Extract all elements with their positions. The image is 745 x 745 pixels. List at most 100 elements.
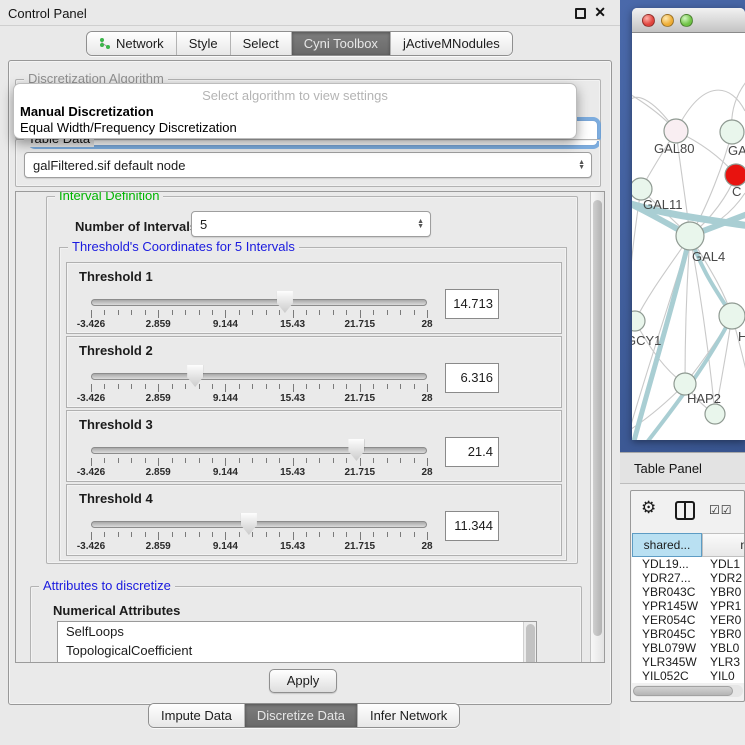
dropdown-option-equal-width-frequency-discretization[interactable]: Equal Width/Frequency Discretization <box>14 120 576 136</box>
close-traffic-light[interactable] <box>642 14 655 27</box>
network-canvas[interactable]: GAL80GACGAL11GAL4GCY1HHAP2 <box>632 33 745 440</box>
tab-jactivemnodules[interactable]: jActiveMNodules <box>391 32 512 55</box>
attribute-item-topologicalcoefficient[interactable]: TopologicalCoefficient <box>58 641 536 660</box>
table-panel: ⚙ ☑☑ shared...na YDL19...YDL1YDR27...YDR… <box>620 484 745 745</box>
slider-tick <box>91 310 92 318</box>
slider-tick-label: 2.859 <box>146 541 171 552</box>
table-row[interactable]: YBR045CYBR0 <box>632 627 745 641</box>
slider-thumb[interactable] <box>348 439 364 461</box>
table-cell[interactable]: YDR27... <box>632 571 702 585</box>
network-node-c[interactable] <box>725 164 745 186</box>
bottom-tab-discretize-data[interactable]: Discretize Data <box>245 704 358 727</box>
network-node-gcy1[interactable] <box>632 311 645 331</box>
attribute-item-betweennesscentrality[interactable]: BetweennessCentrality <box>58 660 536 663</box>
attribute-item-selfloops[interactable]: SelfLoops <box>58 622 536 641</box>
table-row[interactable]: YBL079WYBL0 <box>632 641 745 655</box>
threshold-value-field[interactable]: 14.713 <box>445 289 499 319</box>
table-cell[interactable]: YPR1 <box>702 599 745 613</box>
slider-tick <box>319 458 320 463</box>
slider-tick <box>225 384 226 392</box>
settings-scrollbar-thumb[interactable] <box>593 200 602 636</box>
slider-track[interactable] <box>91 447 427 454</box>
network-node-gal80[interactable] <box>664 119 688 143</box>
table-row[interactable]: YLR345WYLR3 <box>632 655 745 669</box>
slider-tick-label: 28 <box>421 319 432 330</box>
dropdown-option-manual-discretization[interactable]: Manual Discretization <box>14 104 576 120</box>
table-row[interactable]: YIL052CYIL0 <box>632 669 745 683</box>
network-window-titlebar[interactable] <box>632 8 745 33</box>
slider-tick <box>373 310 374 315</box>
slider-track[interactable] <box>91 373 427 380</box>
table-cell[interactable]: YBL0 <box>702 641 745 655</box>
network-node-ga[interactable] <box>720 120 744 144</box>
float-window-icon[interactable] <box>575 8 586 19</box>
threshold-value-field[interactable]: 6.316 <box>445 363 499 393</box>
slider-tick <box>212 532 213 537</box>
slider-tick <box>333 310 334 315</box>
slider-thumb[interactable] <box>241 513 257 535</box>
column-header-na[interactable]: na <box>702 533 745 557</box>
slider-track[interactable] <box>91 299 427 306</box>
slider-thumb[interactable] <box>187 365 203 387</box>
table-row[interactable]: YDR27...YDR2 <box>632 571 745 585</box>
table-cell[interactable]: YDL19... <box>632 557 702 571</box>
table-cell[interactable]: YPR145W <box>632 599 702 613</box>
network-node-gal4[interactable] <box>676 222 704 250</box>
numerical-attributes-list[interactable]: SelfLoopsTopologicalCoefficientBetweenne… <box>57 621 537 663</box>
slider-tick <box>158 310 159 318</box>
network-node-h[interactable] <box>719 303 745 329</box>
column-header-shared[interactable]: shared... <box>632 533 702 557</box>
table-cell[interactable]: YBR0 <box>702 585 745 599</box>
split-columns-icon[interactable] <box>675 501 695 520</box>
settings-vertical-scrollbar[interactable] <box>590 192 604 662</box>
table-cell[interactable]: YDL1 <box>702 557 745 571</box>
table-cell[interactable]: YER054C <box>632 613 702 627</box>
minimize-traffic-light[interactable] <box>661 14 674 27</box>
bottom-tab-infer-network[interactable]: Infer Network <box>358 704 459 727</box>
table-cell[interactable]: YBR045C <box>632 627 702 641</box>
table-cell[interactable]: YIL052C <box>632 669 702 683</box>
tab-style[interactable]: Style <box>177 32 231 55</box>
tab-cyni-toolbox[interactable]: Cyni Toolbox <box>292 32 391 55</box>
table-scrollbar-thumb[interactable] <box>633 686 733 696</box>
tab-network[interactable]: Network <box>87 32 177 55</box>
list-vertical-scrollbar[interactable] <box>523 622 536 663</box>
tab-select[interactable]: Select <box>231 32 292 55</box>
slider-tick-label: 9.144 <box>213 393 238 404</box>
table-row[interactable]: YBR043CYBR0 <box>632 585 745 599</box>
node-label: GA <box>728 143 745 158</box>
control-panel-titlebar: Control Panel ✕ <box>0 0 620 26</box>
select-columns-icon[interactable]: ☑☑ <box>709 503 733 517</box>
table-cell[interactable]: YBR043C <box>632 585 702 599</box>
network-node[interactable] <box>705 404 725 424</box>
zoom-traffic-light[interactable] <box>680 14 693 27</box>
node-label: GAL80 <box>654 141 694 156</box>
table-row[interactable]: YPR145WYPR1 <box>632 599 745 613</box>
network-view-window: GAL80GACGAL11GAL4GCY1HHAP2 <box>632 8 745 440</box>
threshold-value-field[interactable]: 21.4 <box>445 437 499 467</box>
table-cell[interactable]: YIL0 <box>702 669 745 683</box>
slider-tick <box>145 384 146 389</box>
table-data-combobox[interactable]: galFiltered.sif default node ▲▼ <box>24 152 592 178</box>
slider-tick-label: 2.859 <box>146 319 171 330</box>
threshold-value-field[interactable]: 11.344 <box>445 511 499 541</box>
table-data-group: Table Data galFiltered.sif default node … <box>15 139 601 187</box>
table-cell[interactable]: YBL079W <box>632 641 702 655</box>
close-icon[interactable]: ✕ <box>594 4 606 21</box>
table-row[interactable]: YDL19...YDL1 <box>632 557 745 571</box>
table-cell[interactable]: YLR3 <box>702 655 745 669</box>
apply-button[interactable]: Apply <box>269 669 337 693</box>
table-horizontal-scrollbar[interactable] <box>633 685 743 697</box>
number-of-intervals-combobox[interactable]: 5 ▲▼ <box>191 211 431 237</box>
table-row[interactable]: YER054CYER0 <box>632 613 745 627</box>
table-cell[interactable]: YDR2 <box>702 571 745 585</box>
table-cell[interactable]: YLR345W <box>632 655 702 669</box>
slider-tick <box>319 532 320 537</box>
gear-icon[interactable]: ⚙ <box>641 499 656 516</box>
list-scrollbar-thumb[interactable] <box>526 624 535 663</box>
slider-tick <box>118 458 119 463</box>
bottom-tab-impute-data[interactable]: Impute Data <box>149 704 245 727</box>
table-cell[interactable]: YBR0 <box>702 627 745 641</box>
slider-track[interactable] <box>91 521 427 528</box>
table-cell[interactable]: YER0 <box>702 613 745 627</box>
